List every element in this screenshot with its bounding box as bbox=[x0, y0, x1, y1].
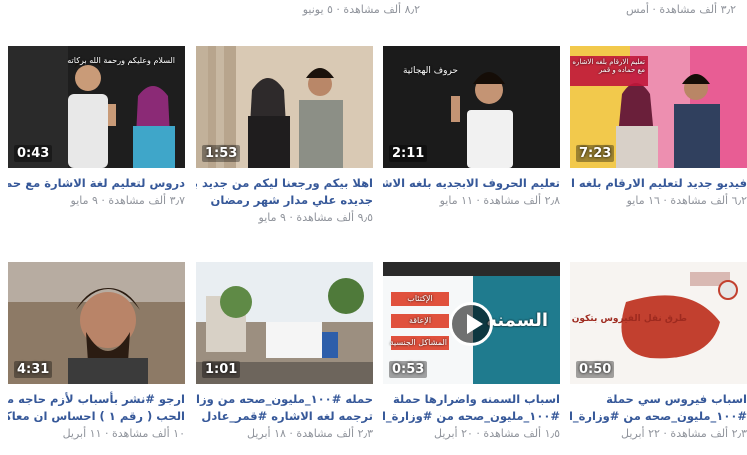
thumbnail-badge: المشاكل الجنسية bbox=[389, 338, 447, 347]
video-duration: 0:43 bbox=[14, 145, 53, 162]
thumbnail-caption: طرق نقل الفيروس بتكون bbox=[571, 314, 687, 324]
video-thumbnail[interactable]: السمنه الإكتئاب الإعاقة المشاكل الجنسية … bbox=[383, 262, 560, 384]
video-duration: 2:11 bbox=[389, 145, 428, 162]
video-card[interactable]: 1:53 اهلا بيكم ورجعنا ليكم من جديد بفيدي… bbox=[196, 46, 373, 226]
video-card[interactable]: السلام وعليكم ورحمة الله بركاته 0:43 درو… bbox=[8, 46, 185, 209]
video-title[interactable]: اسباب السمنه واضرارها حملة bbox=[383, 391, 560, 408]
video-title-line2[interactable]: الحب ( رقم ١ ) احساس ان معاكي راجل... bbox=[8, 408, 185, 425]
video-meta: ٦٫٢ ألف مشاهدة · ١٦ مايو bbox=[626, 194, 747, 207]
top-video-meta-1: ٨٫٢ ألف مشاهدة · ٥ يونيو bbox=[302, 3, 420, 16]
video-duration: 0:50 bbox=[576, 361, 615, 378]
video-title[interactable]: حمله #١٠٠_مليون_صحه من وزارة الصحه bbox=[196, 391, 373, 408]
video-thumbnail[interactable]: 1:01 bbox=[196, 262, 373, 384]
video-meta: ٢٫٨ ألف مشاهدة · ١١ مايو bbox=[439, 194, 560, 207]
thumbnail-caption: تعليم الارقام بلغه الاشاره مع حماده و قم… bbox=[572, 58, 645, 74]
thumbnail-badge: الإكتئاب bbox=[407, 294, 433, 303]
video-title-line2[interactable]: ترجمه لغه الاشاره #قمر_عادل bbox=[196, 408, 373, 425]
play-icon[interactable] bbox=[449, 302, 493, 346]
video-title[interactable]: دروس لتعليم لغة الاشارة مع حماده وقمر bbox=[8, 175, 185, 192]
video-meta: ٣٫٧ ألف مشاهدة · ٩ مايو bbox=[70, 194, 185, 207]
video-thumbnail[interactable]: السلام وعليكم ورحمة الله بركاته 0:43 bbox=[8, 46, 185, 168]
video-card[interactable]: طرق نقل الفيروس بتكون 0:50 اسباب فيروس س… bbox=[570, 262, 747, 442]
video-meta: ٢٫٣ ألف مشاهدة · ٢٢ أبريل bbox=[621, 427, 747, 440]
video-duration: 7:23 bbox=[576, 145, 615, 162]
video-thumbnail[interactable]: 1:53 bbox=[196, 46, 373, 168]
video-thumbnail[interactable]: تعليم الارقام بلغه الاشاره مع حماده و قم… bbox=[570, 46, 747, 168]
video-duration: 1:01 bbox=[202, 361, 241, 378]
thumbnail-headline: السمنه bbox=[486, 310, 548, 331]
thumbnail-caption: السلام وعليكم ورحمة الله بركاته bbox=[67, 56, 175, 65]
video-title[interactable]: فيديو جديد لتعليم الارقام بلغه الاشاره bbox=[570, 175, 747, 192]
video-card[interactable]: 4:31 ارجو #نشر بأسباب لأزم حاجه معلومات … bbox=[8, 262, 185, 442]
video-title-line2[interactable]: #١٠٠_مليون_صحه من #وزارة_الصحه... bbox=[570, 408, 747, 425]
video-thumbnail[interactable]: طرق نقل الفيروس بتكون 0:50 bbox=[570, 262, 747, 384]
video-meta: ١٫٥ ألف مشاهدة · ٢٠ أبريل bbox=[434, 427, 560, 440]
video-title[interactable]: اهلا بيكم ورجعنا ليكم من جديد بفيديوهات bbox=[196, 175, 373, 192]
video-title-line2[interactable]: #١٠٠_مليون_صحه من #وزارة_الصحه... bbox=[383, 408, 560, 425]
thumbnail-badge: الإعاقة bbox=[408, 316, 432, 325]
video-title[interactable]: اسباب فيروس سي حملة bbox=[570, 391, 747, 408]
video-card[interactable]: 1:01 حمله #١٠٠_مليون_صحه من وزارة الصحه … bbox=[196, 262, 373, 442]
video-duration: 4:31 bbox=[14, 361, 53, 378]
thumbnail-caption: حروف الهجائية bbox=[402, 66, 458, 76]
video-duration: 1:53 bbox=[202, 145, 241, 162]
video-meta: ١٠ ألف مشاهدة · ١١ أبريل bbox=[62, 427, 185, 440]
video-card[interactable]: السمنه الإكتئاب الإعاقة المشاكل الجنسية … bbox=[383, 262, 560, 442]
video-thumbnail[interactable]: 4:31 bbox=[8, 262, 185, 384]
video-duration: 0:53 bbox=[389, 361, 428, 378]
video-meta: ٩٫٥ ألف مشاهدة · ٩ مايو bbox=[258, 211, 373, 224]
video-card[interactable]: تعليم الارقام بلغه الاشاره مع حماده و قم… bbox=[570, 46, 747, 209]
video-title-line2[interactable]: جديده علي مدار شهر رمضان bbox=[196, 192, 373, 209]
video-title[interactable]: تعليم الحروف الابجديه بلغه الاشاره bbox=[383, 175, 560, 192]
top-video-meta-2: ٣٫٢ ألف مشاهدة · أمس bbox=[625, 3, 736, 16]
video-card[interactable]: حروف الهجائية 2:11 تعليم الحروف الابجديه… bbox=[383, 46, 560, 209]
video-thumbnail[interactable]: حروف الهجائية 2:11 bbox=[383, 46, 560, 168]
video-meta: ٢٫٣ ألف مشاهدة · ١٨ أبريل bbox=[247, 427, 373, 440]
video-title[interactable]: ارجو #نشر بأسباب لأزم حاجه معلومات bbox=[8, 391, 185, 408]
